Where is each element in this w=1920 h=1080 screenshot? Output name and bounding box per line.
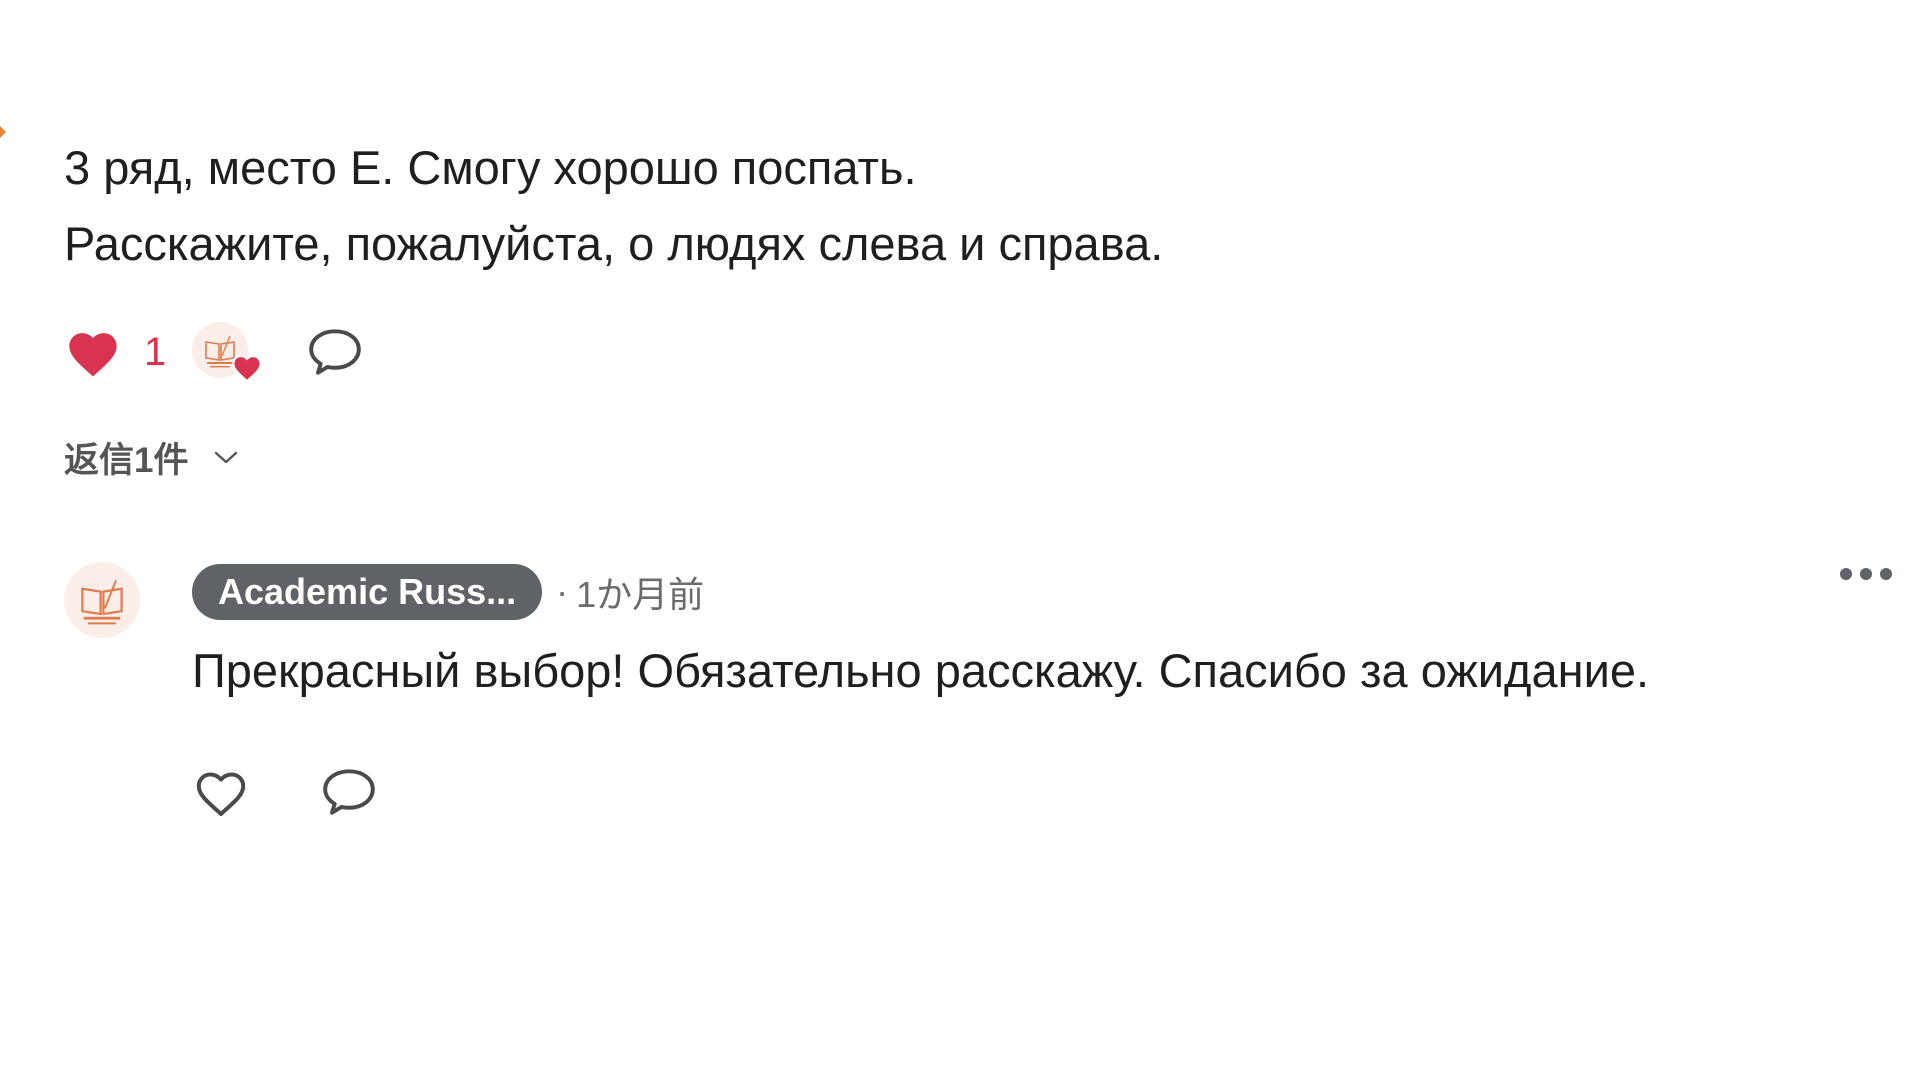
reply-button[interactable] xyxy=(320,765,378,819)
replies-count-label: 返信1件 xyxy=(64,441,189,480)
filled-heart-icon xyxy=(69,333,117,377)
separator: · xyxy=(556,571,569,612)
outline-heart-icon xyxy=(196,772,246,816)
reply-body: Academic Russ... · 1か月前 Прекрасный выбор… xyxy=(192,562,1892,819)
comment-actions: 1 xyxy=(64,320,1864,384)
academic-logo-icon xyxy=(81,580,123,625)
comment-text: 3 ряд, место Е. Смогу хорошо поспать. Ра… xyxy=(64,130,1864,282)
ellipsis-icon xyxy=(1840,568,1852,580)
liker-avatar[interactable] xyxy=(192,322,262,382)
reply-text: Прекрасный выбор! Обязательно расскажу. … xyxy=(192,644,1650,697)
more-options-button[interactable] xyxy=(1840,568,1892,580)
speech-bubble-icon xyxy=(323,769,375,815)
replies-toggle[interactable]: 返信1件 xyxy=(64,432,238,483)
comment-line: 3 ряд, место Е. Смогу хорошо поспать. xyxy=(64,141,917,194)
like-button[interactable] xyxy=(192,766,250,818)
timestamp: 1か月前 xyxy=(576,574,705,615)
chevron-down-icon xyxy=(215,451,238,463)
speech-bubble-icon xyxy=(309,329,362,375)
comment-line: Расскажите, пожалуйста, о людях слева и … xyxy=(64,217,1164,270)
reply-button[interactable] xyxy=(306,325,364,379)
reply-header: Academic Russ... · 1か月前 xyxy=(192,562,1892,622)
like-button[interactable] xyxy=(64,326,122,378)
edge-marker xyxy=(0,126,6,138)
ellipsis-icon xyxy=(1880,568,1892,580)
comment-thread: 3 ряд, место Е. Смогу хорошо поспать. Ра… xyxy=(0,0,1920,1080)
ellipsis-icon xyxy=(1860,568,1872,580)
reply-actions xyxy=(192,765,1892,819)
mini-heart-icon xyxy=(232,355,262,382)
comment: 3 ряд, место Е. Смогу хорошо поспать. Ра… xyxy=(64,130,1864,483)
reply-author-avatar[interactable] xyxy=(64,562,140,638)
author-name[interactable]: Academic Russ... xyxy=(192,564,543,620)
like-count[interactable]: 1 xyxy=(144,330,166,375)
